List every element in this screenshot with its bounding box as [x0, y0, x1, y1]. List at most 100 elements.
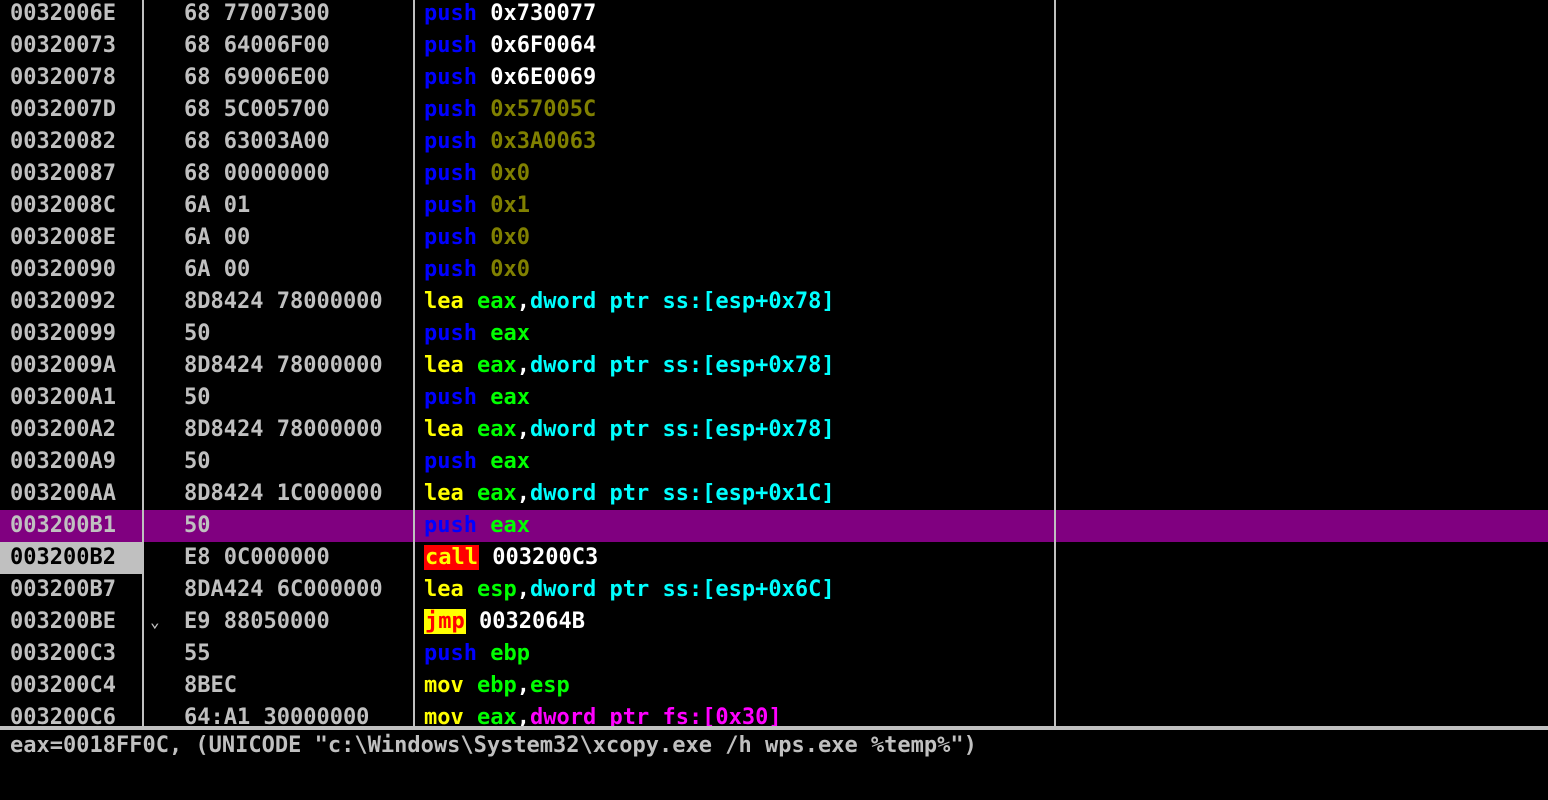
instruction-cell[interactable]: push 0x6E0069	[424, 62, 1044, 94]
instruction-cell[interactable]: push 0x57005C	[424, 94, 1044, 126]
address-cell[interactable]: 00320082	[10, 126, 144, 158]
hex-bytes-cell[interactable]: 6A 01	[184, 190, 412, 222]
address-cell[interactable]: 003200BE	[10, 606, 144, 638]
hex-bytes-cell[interactable]: 8D8424 78000000	[184, 286, 412, 318]
instruction-token-push: push	[424, 97, 477, 122]
disasm-row[interactable]: 003200A1 50 push eax	[0, 382, 1548, 414]
disasm-row[interactable]: 003200C6 64:A1 30000000 mov eax,dword ptr …	[0, 702, 1548, 726]
address-cell[interactable]: 0032009A	[10, 350, 144, 382]
disasm-row[interactable]: 003200B7 8DA424 6C000000 lea esp,dword ptr…	[0, 574, 1548, 606]
address-cell[interactable]: 0032007D	[10, 94, 144, 126]
address-cell[interactable]: 0032006E	[10, 0, 144, 30]
instruction-cell[interactable]: push 0x0	[424, 222, 1044, 254]
address-cell[interactable]: 0032008C	[10, 190, 144, 222]
disasm-row[interactable]: 003200BE ⌄ E9 88050000 jmp 0032064B	[0, 606, 1548, 638]
hex-bytes-cell[interactable]: 8D8424 78000000	[184, 350, 412, 382]
instruction-cell[interactable]: push 0x6F0064	[424, 30, 1044, 62]
address-cell[interactable]: 00320090	[10, 254, 144, 286]
column-divider-address	[142, 0, 144, 726]
hex-bytes-cell[interactable]: 68 69006E00	[184, 62, 412, 94]
hex-bytes-cell[interactable]: 50	[184, 510, 412, 542]
hex-bytes-cell[interactable]: 8D8424 1C000000	[184, 478, 412, 510]
disasm-row[interactable]: 0032008E 6A 00 push 0x0	[0, 222, 1548, 254]
instruction-cell[interactable]: push eax	[424, 318, 1044, 350]
instruction-cell[interactable]: mov eax,dword ptr fs:[0x30]	[424, 702, 1044, 726]
disasm-row[interactable]: 0032006E 68 77007300 push 0x730077	[0, 0, 1548, 30]
hex-bytes-cell[interactable]: 50	[184, 318, 412, 350]
disasm-row[interactable]: 0032007D 68 5C005700 push 0x57005C	[0, 94, 1548, 126]
hex-bytes-cell[interactable]: E8 0C000000	[184, 542, 412, 574]
instruction-cell[interactable]: push eax	[424, 446, 1044, 478]
instruction-cell[interactable]: lea eax,dword ptr ss:[esp+0x78]	[424, 350, 1044, 382]
disasm-row[interactable]: 00320090 6A 00 push 0x0	[0, 254, 1548, 286]
instruction-cell[interactable]: push 0x730077	[424, 0, 1044, 30]
address-cell[interactable]: 003200B2	[0, 542, 144, 574]
disasm-row[interactable]: 00320082 68 63003A00 push 0x3A0063	[0, 126, 1548, 158]
instruction-token-push: push	[424, 161, 477, 186]
address-cell[interactable]: 003200B7	[10, 574, 144, 606]
hex-bytes-cell[interactable]: 6A 00	[184, 254, 412, 286]
disasm-row[interactable]: 0032009A 8D8424 78000000 lea eax,dword ptr…	[0, 350, 1548, 382]
hex-bytes-cell[interactable]: E9 88050000	[184, 606, 412, 638]
address-cell[interactable]: 00320078	[10, 62, 144, 94]
address-cell[interactable]: 003200B1	[10, 510, 144, 542]
hex-bytes-cell[interactable]: 68 00000000	[184, 158, 412, 190]
instruction-cell[interactable]: push 0x1	[424, 190, 1044, 222]
hex-bytes-cell[interactable]: 8DA424 6C000000	[184, 574, 412, 606]
disasm-row[interactable]: 003200A9 50 push eax	[0, 446, 1548, 478]
instruction-cell[interactable]: lea eax,dword ptr ss:[esp+0x1C]	[424, 478, 1044, 510]
disassembly-pane[interactable]: 0032006E 68 77007300 push 0x730077 00320073…	[0, 0, 1548, 726]
hex-bytes-cell[interactable]: 68 77007300	[184, 0, 412, 30]
instruction-cell[interactable]: push 0x0	[424, 254, 1044, 286]
instruction-cell[interactable]: jmp 0032064B	[424, 606, 1044, 638]
instruction-cell[interactable]: push 0x0	[424, 158, 1044, 190]
disasm-row[interactable]: 003200AA 8D8424 1C000000 lea eax,dword ptr…	[0, 478, 1548, 510]
disasm-row[interactable]: 00320092 8D8424 78000000 lea eax,dword ptr…	[0, 286, 1548, 318]
instruction-cell[interactable]: push eax	[424, 382, 1044, 414]
address-cell[interactable]: 003200C4	[10, 670, 144, 702]
disasm-row[interactable]: 0032008C 6A 01 push 0x1	[0, 190, 1548, 222]
hex-bytes-cell[interactable]: 68 63003A00	[184, 126, 412, 158]
instruction-cell[interactable]: mov ebp,esp	[424, 670, 1044, 702]
instruction-cell[interactable]: call 003200C3	[424, 542, 1044, 574]
disasm-row[interactable]: 00320073 68 64006F00 push 0x6F0064	[0, 30, 1548, 62]
disasm-row[interactable]: 003200C4 8BEC mov ebp,esp	[0, 670, 1548, 702]
address-cell[interactable]: 003200A1	[10, 382, 144, 414]
instruction-cell[interactable]: lea eax,dword ptr ss:[esp+0x78]	[424, 286, 1044, 318]
address-cell[interactable]: 00320073	[10, 30, 144, 62]
instruction-token-sep	[477, 33, 490, 58]
instruction-token-push: push	[424, 641, 477, 666]
address-cell[interactable]: 00320087	[10, 158, 144, 190]
hex-bytes-cell[interactable]: 68 5C005700	[184, 94, 412, 126]
instruction-cell[interactable]: lea esp,dword ptr ss:[esp+0x6C]	[424, 574, 1044, 606]
hex-bytes-cell[interactable]: 50	[184, 446, 412, 478]
instruction-cell[interactable]: push eax	[424, 510, 1044, 542]
instruction-cell[interactable]: push 0x3A0063	[424, 126, 1044, 158]
address-cell[interactable]: 0032008E	[10, 222, 144, 254]
hex-bytes-cell[interactable]: 55	[184, 638, 412, 670]
hex-bytes-cell[interactable]: 68 64006F00	[184, 30, 412, 62]
address-cell[interactable]: 003200C6	[10, 702, 144, 726]
disasm-row[interactable]: 003200B1 50 push eax	[0, 510, 1548, 542]
address-cell[interactable]: 003200C3	[10, 638, 144, 670]
hex-bytes-cell[interactable]: 50	[184, 382, 412, 414]
address-cell[interactable]: 00320092	[10, 286, 144, 318]
disasm-row[interactable]: 00320099 50 push eax	[0, 318, 1548, 350]
instruction-cell[interactable]: push ebp	[424, 638, 1044, 670]
disasm-row[interactable]: 003200B2 E8 0C000000 call 003200C3	[0, 542, 1548, 574]
disasm-row[interactable]: 003200C3 55 push ebp	[0, 638, 1548, 670]
address-cell[interactable]: 003200AA	[10, 478, 144, 510]
jump-arrow-icon: ⌄	[150, 612, 160, 631]
disasm-row[interactable]: 00320087 68 00000000 push 0x0	[0, 158, 1548, 190]
instruction-cell[interactable]: lea eax,dword ptr ss:[esp+0x78]	[424, 414, 1044, 446]
address-cell[interactable]: 003200A9	[10, 446, 144, 478]
hex-bytes-cell[interactable]: 6A 00	[184, 222, 412, 254]
address-cell[interactable]: 003200A2	[10, 414, 144, 446]
hex-bytes-cell[interactable]: 8BEC	[184, 670, 412, 702]
instruction-token-reg: ebp	[477, 673, 517, 698]
disasm-row[interactable]: 003200A2 8D8424 78000000 lea eax,dword ptr…	[0, 414, 1548, 446]
hex-bytes-cell[interactable]: 64:A1 30000000	[184, 702, 412, 726]
disasm-row[interactable]: 00320078 68 69006E00 push 0x6E0069	[0, 62, 1548, 94]
hex-bytes-cell[interactable]: 8D8424 78000000	[184, 414, 412, 446]
address-cell[interactable]: 00320099	[10, 318, 144, 350]
